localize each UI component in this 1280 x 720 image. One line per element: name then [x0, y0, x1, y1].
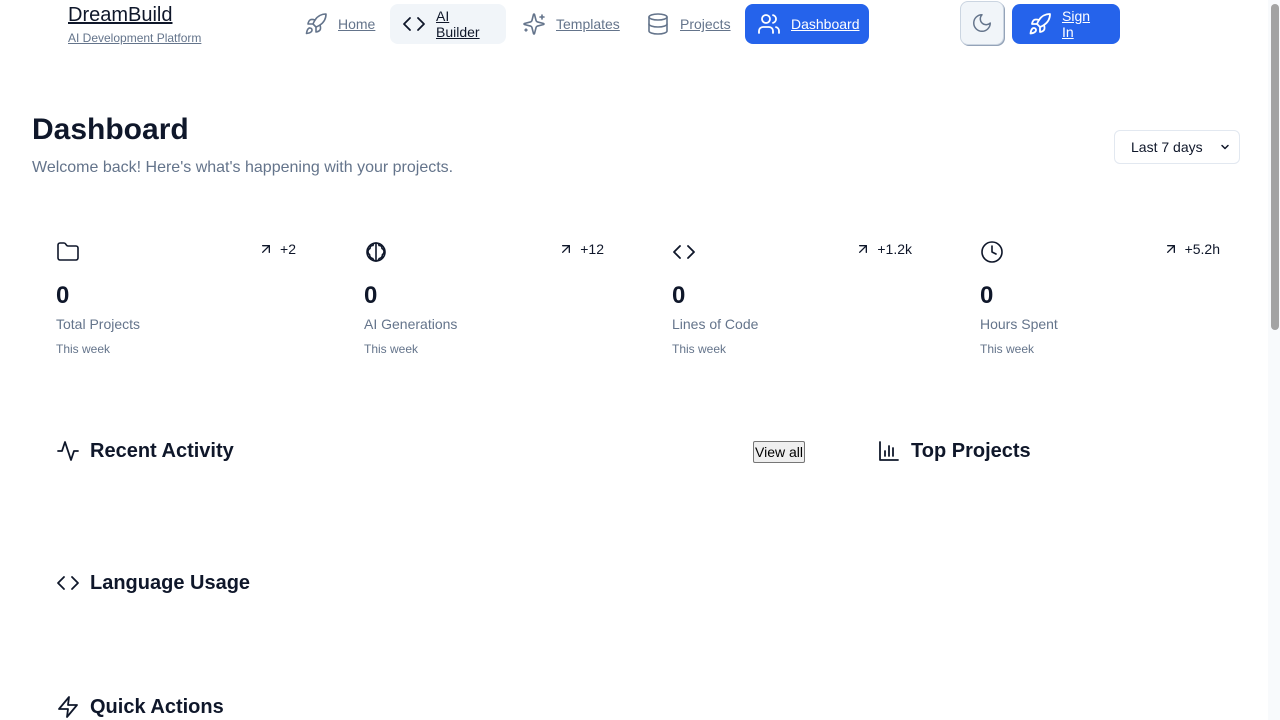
stat-label: Lines of Code [672, 316, 759, 332]
stat-period: This week [672, 342, 727, 356]
moon-icon [971, 12, 993, 34]
stat-trend-value: +5.2h [1184, 241, 1220, 257]
nav-ai-builder[interactable]: AI Builder [390, 4, 506, 44]
stat-period: This week [364, 342, 419, 356]
sign-in-label: Sign In [1062, 8, 1091, 40]
rocket-icon [1028, 12, 1052, 36]
rocket-icon [304, 12, 328, 36]
stat-trend: +2 [258, 241, 296, 257]
stat-value: 0 [56, 282, 70, 309]
top-projects-title: Top Projects [911, 439, 1031, 462]
stat-trend-value: +2 [280, 241, 296, 257]
nav-ai-builder-label: AI Builder [436, 8, 480, 40]
stat-trend-value: +1.2k [877, 241, 912, 257]
code-icon [672, 240, 696, 264]
stat-period: This week [56, 342, 111, 356]
nav-home[interactable]: Home [292, 4, 387, 44]
date-range-select[interactable]: Last 7 days [1114, 130, 1240, 164]
brain-icon [364, 240, 388, 264]
arrow-up-right-icon [558, 241, 574, 257]
page-title: Dashboard [32, 113, 189, 146]
quick-actions-title: Quick Actions [90, 695, 224, 718]
theme-toggle-button[interactable] [960, 1, 1004, 45]
chevron-down-icon [1219, 141, 1231, 153]
sign-in-button[interactable]: Sign In [1012, 4, 1120, 44]
zap-icon [56, 695, 80, 719]
language-usage-heading: Language Usage [56, 571, 250, 595]
activity-icon [56, 439, 80, 463]
sparkles-icon [522, 12, 546, 36]
nav-projects[interactable]: Projects [634, 4, 743, 44]
nav-templates[interactable]: Templates [510, 4, 632, 44]
stat-value: 0 [364, 282, 378, 309]
stat-card-hours-spent: +5.2h 0 Hours Spent This week [980, 236, 1220, 366]
stat-period: This week [980, 342, 1035, 356]
stat-value: 0 [980, 282, 994, 309]
stat-trend: +5.2h [1163, 241, 1220, 257]
brand-subtitle[interactable]: AI Development Platform [68, 31, 201, 45]
scrollbar-thumb[interactable] [1271, 4, 1279, 330]
stat-trend: +12 [558, 241, 604, 257]
stat-card-total-projects: +2 0 Total Projects This week [56, 236, 296, 366]
arrow-up-right-icon [1163, 241, 1179, 257]
nav-dashboard-label: Dashboard [791, 16, 860, 32]
recent-activity-title: Recent Activity [90, 439, 234, 462]
stat-card-ai-generations: +12 0 AI Generations This week [364, 236, 604, 366]
arrow-up-right-icon [855, 241, 871, 257]
date-range-value: Last 7 days [1131, 139, 1203, 155]
stat-label: Total Projects [56, 316, 141, 332]
code-icon [56, 571, 80, 595]
stat-card-lines-of-code: +1.2k 0 Lines of Code This week [672, 236, 912, 366]
quick-actions-heading: Quick Actions [56, 695, 224, 719]
page-subtitle: Welcome back! Here's what's happening wi… [32, 159, 454, 176]
nav-projects-label: Projects [680, 16, 731, 32]
stat-value: 0 [672, 282, 686, 309]
stat-trend-value: +12 [580, 241, 604, 257]
folder-icon [56, 240, 80, 264]
nav-dashboard[interactable]: Dashboard [745, 4, 869, 44]
bar-chart-icon [877, 439, 901, 463]
nav-home-label: Home [338, 16, 376, 32]
stat-label: AI Generations [364, 316, 458, 332]
clock-icon [980, 240, 1004, 264]
recent-activity-heading: Recent Activity [56, 439, 234, 463]
database-icon [646, 12, 670, 36]
code-icon [402, 12, 426, 36]
stat-trend: +1.2k [855, 241, 912, 257]
arrow-up-right-icon [258, 241, 274, 257]
language-usage-title: Language Usage [90, 571, 251, 594]
users-icon [757, 12, 781, 36]
top-projects-heading: Top Projects [877, 439, 1031, 463]
stat-label: Hours Spent [980, 316, 1058, 332]
brand-title[interactable]: DreamBuild [68, 4, 172, 26]
nav-templates-label: Templates [556, 16, 620, 32]
view-all-button[interactable]: View all [753, 441, 805, 463]
